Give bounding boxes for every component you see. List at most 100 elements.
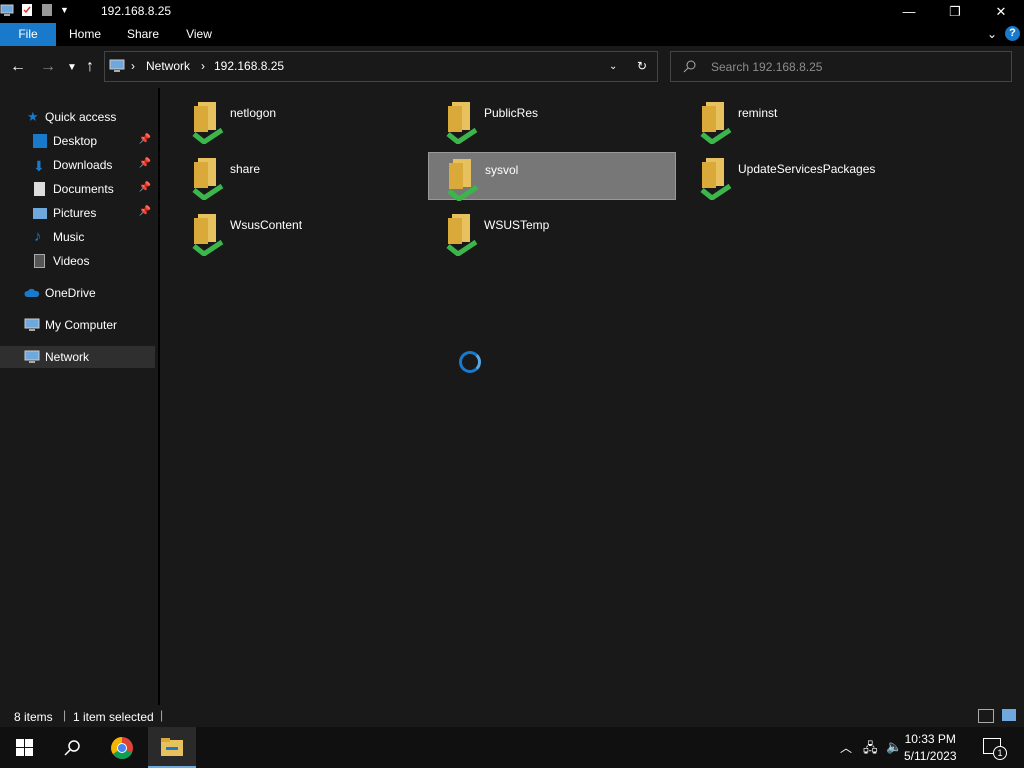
computer-icon <box>0 4 14 16</box>
address-bar[interactable]: › Network › 192.168.8.25 ⌄ ↻ <box>104 51 658 82</box>
clock-time: 10:33 PM <box>904 732 956 746</box>
breadcrumb-network[interactable]: Network <box>146 59 190 73</box>
chevron-down-icon[interactable]: ▼ <box>60 5 69 15</box>
tab-home[interactable]: Home <box>60 23 110 46</box>
shared-folder-wsuscontent[interactable]: WsusContent <box>174 208 422 256</box>
address-dropdown-icon[interactable]: ⌄ <box>609 61 617 72</box>
selection-count: 1 item selected <box>73 710 154 724</box>
pictures-icon <box>33 208 47 219</box>
tab-file[interactable]: File <box>0 23 56 46</box>
window-title: 192.168.8.25 <box>101 4 172 18</box>
shared-folder-icon <box>446 102 478 144</box>
file-explorer-icon <box>161 737 183 756</box>
search-placeholder[interactable]: Search 192.168.8.25 <box>711 60 822 74</box>
shared-folder-icon <box>192 214 224 256</box>
computer-icon <box>24 318 40 331</box>
restore-button[interactable]: ❐ <box>932 0 978 23</box>
shared-folder-wsustemp[interactable]: WSUSTemp <box>428 208 676 256</box>
clock-date: 5/11/2023 <box>904 749 957 763</box>
windows-logo-icon <box>15 739 33 756</box>
notification-count-badge: 1 <box>993 746 1007 760</box>
sidebar-item-videos[interactable]: Videos <box>0 250 155 272</box>
start-button[interactable] <box>0 727 48 768</box>
shared-folder-icon <box>192 158 224 200</box>
shared-folder-publicres[interactable]: PublicRes <box>428 96 676 144</box>
search-icon <box>63 740 80 756</box>
pin-icon[interactable]: 📌 <box>139 158 151 169</box>
breadcrumb-separator-icon: › <box>131 59 135 73</box>
refresh-icon[interactable]: ↻ <box>637 59 647 73</box>
item-count: 8 items <box>14 710 53 724</box>
details-view-icon[interactable] <box>978 709 994 723</box>
document-icon <box>34 182 45 196</box>
sidebar-item-my-computer[interactable]: My Computer <box>0 314 155 336</box>
sidebar-item-quick-access[interactable]: ★ Quick access <box>0 106 155 128</box>
title-bar: ▼ 192.168.8.25 — ❐ ✕ <box>0 0 1024 23</box>
shared-folder-icon <box>192 102 224 144</box>
search-box[interactable]: Search 192.168.8.25 <box>670 51 1012 82</box>
loading-spinner-icon <box>459 351 481 373</box>
file-list: netlogon PublicRes reminst share sysvol … <box>160 88 1024 705</box>
network-computer-icon <box>109 59 125 72</box>
shared-folder-icon <box>447 159 479 201</box>
ribbon-tabs: File Home Share View ⌄ ? <box>0 23 1024 46</box>
close-icon: ✕ <box>995 3 1007 19</box>
pin-icon[interactable]: 📌 <box>139 134 151 145</box>
forward-arrow-icon[interactable]: → <box>40 58 56 76</box>
video-icon <box>34 254 45 268</box>
sidebar-item-music[interactable]: ♪ Music <box>0 226 155 248</box>
sidebar-item-onedrive[interactable]: OneDrive <box>0 282 155 304</box>
tab-share[interactable]: Share <box>118 23 168 46</box>
tab-view[interactable]: View <box>176 23 222 46</box>
clock[interactable]: 10:33 PM 5/11/2023 <box>904 731 957 765</box>
sidebar-item-documents[interactable]: Documents 📌 <box>0 178 155 200</box>
chrome-icon <box>111 736 133 759</box>
search-icon <box>683 60 696 73</box>
help-icon[interactable]: ? <box>1005 26 1020 41</box>
shared-folder-reminst[interactable]: reminst <box>682 96 930 144</box>
shared-folder-netlogon[interactable]: netlogon <box>174 96 422 144</box>
notifications-icon[interactable]: 1 <box>983 738 1007 760</box>
status-divider: | <box>63 708 67 722</box>
breadcrumb-host[interactable]: 192.168.8.25 <box>214 59 284 73</box>
star-icon: ★ <box>27 109 39 124</box>
desktop-icon <box>33 134 47 148</box>
close-button[interactable]: ✕ <box>978 0 1024 23</box>
up-arrow-icon[interactable]: ↑ <box>86 58 94 76</box>
shared-folder-share[interactable]: share <box>174 152 422 200</box>
sidebar-item-downloads[interactable]: ⬇ Downloads 📌 <box>0 154 155 176</box>
sidebar-item-pictures[interactable]: Pictures 📌 <box>0 202 155 224</box>
status-bar: 8 items | 1 item selected | <box>0 705 1024 727</box>
restore-icon: ❐ <box>949 3 961 19</box>
file-explorer-taskbar-button[interactable] <box>148 727 196 768</box>
music-note-icon: ♪ <box>34 228 42 245</box>
network-icon <box>24 350 40 363</box>
shared-folder-icon <box>700 102 732 144</box>
minimize-icon: — <box>902 4 916 19</box>
shared-folder-sysvol[interactable]: sysvol <box>428 152 676 201</box>
network-tray-icon[interactable]: 🖧 <box>863 739 878 761</box>
pin-icon[interactable]: 📌 <box>139 206 151 217</box>
sidebar-item-network[interactable]: Network <box>0 346 155 368</box>
sidebar-item-desktop[interactable]: Desktop 📌 <box>0 130 155 152</box>
search-button[interactable] <box>48 727 96 768</box>
properties-icon[interactable] <box>20 3 34 17</box>
expand-ribbon-icon[interactable]: ⌄ <box>987 27 997 41</box>
new-folder-icon[interactable] <box>40 3 54 17</box>
download-arrow-icon: ⬇ <box>33 158 45 174</box>
large-icons-view-icon[interactable] <box>1002 709 1016 721</box>
taskbar: ︿ 🖧 🔈 10:33 PM 5/11/2023 1 <box>0 727 1024 768</box>
minimize-button[interactable]: — <box>886 0 932 23</box>
recent-locations-chevron-icon[interactable]: ▼ <box>67 62 77 73</box>
shared-folder-icon <box>446 214 478 256</box>
pin-icon[interactable]: 📌 <box>139 182 151 193</box>
status-divider: | <box>160 708 164 722</box>
volume-icon[interactable]: 🔈 <box>886 739 902 755</box>
navigation-pane: ★ Quick access Desktop 📌 ⬇ Downloads 📌 D… <box>0 88 158 705</box>
chrome-taskbar-button[interactable] <box>98 727 146 768</box>
shared-folder-updateservicespackages[interactable]: UpdateServicesPackages <box>682 152 930 200</box>
chevron-up-icon[interactable]: ︿ <box>840 739 852 756</box>
shared-folder-icon <box>700 158 732 200</box>
cloud-icon <box>24 288 40 297</box>
back-arrow-icon[interactable]: ← <box>10 58 26 76</box>
